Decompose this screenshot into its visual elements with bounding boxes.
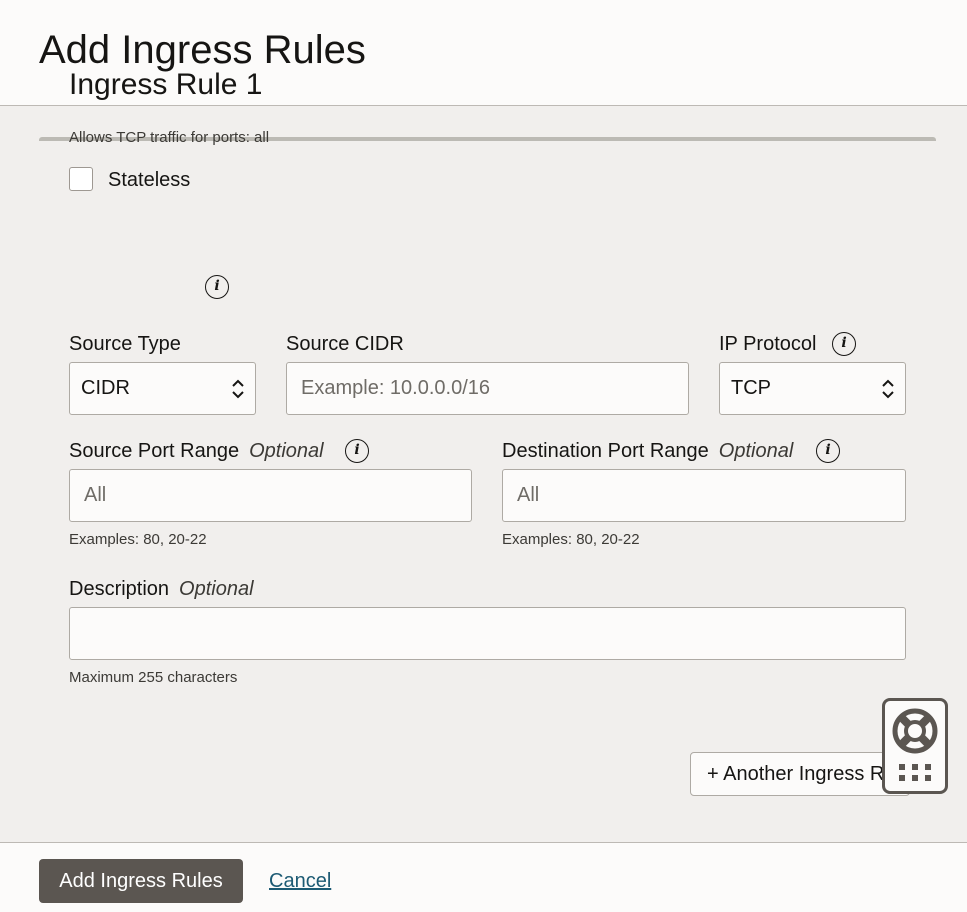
dest-port-info-icon[interactable]: i [816,439,840,463]
source-port-placeholder: All [84,484,107,506]
rule-title: Ingress Rule 1 [69,68,263,101]
ip-protocol-value: TCP [731,377,771,399]
another-ingress-rule-button[interactable]: + Another Ingress Rule [690,752,910,796]
dest-port-placeholder: All [517,484,540,506]
source-cidr-placeholder: Example: 10.0.0.0/16 [301,377,491,399]
page-title: Add Ingress Rules [39,28,366,72]
source-port-label-text: Source Port Range [69,440,240,462]
grid-icon[interactable] [899,764,931,781]
source-port-help: Examples: 80, 20-22 [69,531,207,548]
dest-port-optional: Optional [718,440,794,462]
dest-port-label: Destination Port Range Optional [502,440,793,463]
rule-summary: Allows TCP traffic for ports: all [69,129,270,146]
source-cidr-input[interactable]: Example: 10.0.0.0/16 [286,362,689,415]
select-chevron-icon [882,379,894,399]
ip-protocol-select[interactable]: TCP [719,362,906,415]
add-ingress-rules-button[interactable]: Add Ingress Rules [39,859,243,903]
source-port-info-icon[interactable]: i [345,439,369,463]
source-type-select[interactable]: CIDR [69,362,256,415]
select-chevron-icon [232,379,244,399]
description-help: Maximum 255 characters [69,669,238,686]
cancel-link[interactable]: Cancel [269,870,331,893]
description-optional: Optional [179,578,254,600]
help-widget[interactable] [882,698,948,794]
page-footer: Add Ingress Rules Cancel [0,842,967,912]
description-input[interactable] [69,607,906,660]
help-widget-graphic [892,708,938,781]
lifebuoy-icon[interactable] [892,708,938,754]
description-label-text: Description [69,578,170,600]
source-port-label: Source Port Range Optional [69,440,324,463]
ip-protocol-label: IP Protocol [719,333,817,355]
dest-port-label-text: Destination Port Range [502,440,709,462]
source-type-label: Source Type [69,333,181,355]
source-cidr-label: Source CIDR [286,333,404,355]
source-type-value: CIDR [81,377,130,399]
stateless-label: Stateless [108,169,191,191]
stateless-info-icon[interactable]: i [205,275,229,299]
source-port-optional: Optional [249,440,324,462]
dest-port-input[interactable]: All [502,469,906,522]
description-label: Description Optional [69,578,254,601]
dest-port-help: Examples: 80, 20-22 [502,531,640,548]
source-port-input[interactable]: All [69,469,472,522]
stateless-checkbox[interactable] [69,167,93,191]
ip-protocol-info-icon[interactable]: i [832,332,856,356]
